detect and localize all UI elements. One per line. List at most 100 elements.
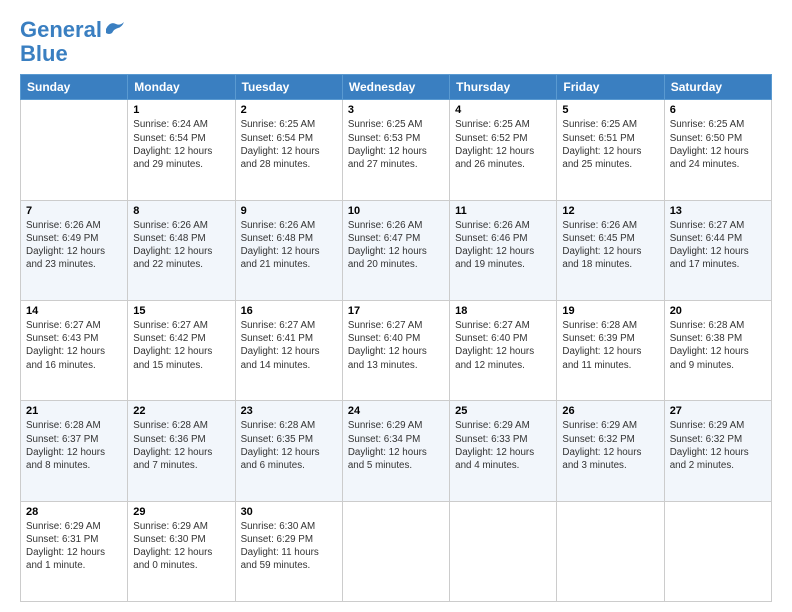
day-cell: 29Sunrise: 6:29 AM Sunset: 6:30 PM Dayli… [128, 501, 235, 601]
day-header-wednesday: Wednesday [342, 75, 449, 100]
day-number: 15 [133, 305, 229, 317]
day-cell: 17Sunrise: 6:27 AM Sunset: 6:40 PM Dayli… [342, 301, 449, 401]
week-row-4: 21 Sunrise: 6:28 AM Sunset: 6:37 PM Dayli… [21, 401, 772, 501]
day-number: 6 [670, 104, 766, 116]
day-cell: 12 Sunrise: 6:26 AM Sunset: 6:45 PM Dayli… [557, 200, 664, 300]
day-info: Sunrise: 6:29 AM Sunset: 6:33 PM Dayligh… [455, 419, 551, 472]
page: General Blue SundayMondayTuesdayWednesda… [0, 0, 792, 612]
day-cell: 6 Sunrise: 6:25 AM Sunset: 6:50 PM Daylig… [664, 100, 771, 200]
day-cell: 3 Sunrise: 6:25 AM Sunset: 6:53 PM Daylig… [342, 100, 449, 200]
day-number: 24 [348, 405, 444, 417]
day-info: Sunrise: 6:26 AM Sunset: 6:45 PM Dayligh… [562, 219, 658, 272]
day-info: Sunrise: 6:25 AM Sunset: 6:53 PM Dayligh… [348, 118, 444, 171]
day-info: Sunrise: 6:25 AM Sunset: 6:50 PM Dayligh… [670, 118, 766, 171]
day-cell: 8 Sunrise: 6:26 AM Sunset: 6:48 PM Daylig… [128, 200, 235, 300]
day-number: 20 [670, 305, 766, 317]
day-number: 21 [26, 405, 122, 417]
day-number: 26 [562, 405, 658, 417]
day-info: Sunrise: 6:29 AM Sunset: 6:32 PM Dayligh… [562, 419, 658, 472]
day-cell [664, 501, 771, 601]
day-info: Sunrise: 6:27 AM Sunset: 6:42 PM Dayligh… [133, 319, 229, 372]
day-cell: 24 Sunrise: 6:29 AM Sunset: 6:34 PM Dayli… [342, 401, 449, 501]
day-info: Sunrise: 6:26 AM Sunset: 6:48 PM Dayligh… [241, 219, 337, 272]
day-number: 30 [241, 506, 337, 518]
day-info: Sunrise: 6:25 AM Sunset: 6:51 PM Dayligh… [562, 118, 658, 171]
day-cell: 13Sunrise: 6:27 AM Sunset: 6:44 PM Dayli… [664, 200, 771, 300]
day-info: Sunrise: 6:28 AM Sunset: 6:36 PM Dayligh… [133, 419, 229, 472]
day-info: Sunrise: 6:30 AM Sunset: 6:29 PM Dayligh… [241, 520, 337, 573]
day-info: Sunrise: 6:26 AM Sunset: 6:48 PM Dayligh… [133, 219, 229, 272]
day-number: 23 [241, 405, 337, 417]
day-number: 3 [348, 104, 444, 116]
day-info: Sunrise: 6:28 AM Sunset: 6:37 PM Dayligh… [26, 419, 122, 472]
header: General Blue [20, 18, 772, 66]
day-number: 1 [133, 104, 229, 116]
day-info: Sunrise: 6:27 AM Sunset: 6:43 PM Dayligh… [26, 319, 122, 372]
day-number: 14 [26, 305, 122, 317]
day-number: 12 [562, 205, 658, 217]
logo-bird-icon [104, 19, 126, 37]
day-cell: 10 Sunrise: 6:26 AM Sunset: 6:47 PM Dayli… [342, 200, 449, 300]
week-row-2: 7 Sunrise: 6:26 AM Sunset: 6:49 PM Daylig… [21, 200, 772, 300]
day-header-monday: Monday [128, 75, 235, 100]
day-cell [21, 100, 128, 200]
day-cell [342, 501, 449, 601]
day-header-friday: Friday [557, 75, 664, 100]
day-cell: 5 Sunrise: 6:25 AM Sunset: 6:51 PM Daylig… [557, 100, 664, 200]
day-number: 28 [26, 506, 122, 518]
day-cell: 9 Sunrise: 6:26 AM Sunset: 6:48 PM Daylig… [235, 200, 342, 300]
day-number: 2 [241, 104, 337, 116]
day-cell: 14 Sunrise: 6:27 AM Sunset: 6:43 PM Dayli… [21, 301, 128, 401]
day-cell: 22 Sunrise: 6:28 AM Sunset: 6:36 PM Dayli… [128, 401, 235, 501]
day-number: 7 [26, 205, 122, 217]
day-cell: 11Sunrise: 6:26 AM Sunset: 6:46 PM Dayli… [450, 200, 557, 300]
day-info: Sunrise: 6:26 AM Sunset: 6:49 PM Dayligh… [26, 219, 122, 272]
day-cell: 4Sunrise: 6:25 AM Sunset: 6:52 PM Daylig… [450, 100, 557, 200]
day-info: Sunrise: 6:28 AM Sunset: 6:35 PM Dayligh… [241, 419, 337, 472]
day-number: 18 [455, 305, 551, 317]
day-cell: 23 Sunrise: 6:28 AM Sunset: 6:35 PM Dayli… [235, 401, 342, 501]
day-cell: 27 Sunrise: 6:29 AM Sunset: 6:32 PM Dayli… [664, 401, 771, 501]
day-number: 10 [348, 205, 444, 217]
day-info: Sunrise: 6:28 AM Sunset: 6:39 PM Dayligh… [562, 319, 658, 372]
day-number: 27 [670, 405, 766, 417]
day-number: 9 [241, 205, 337, 217]
day-number: 29 [133, 506, 229, 518]
logo: General Blue [20, 18, 126, 66]
day-number: 17 [348, 305, 444, 317]
day-info: Sunrise: 6:25 AM Sunset: 6:54 PM Dayligh… [241, 118, 337, 171]
day-cell: 20Sunrise: 6:28 AM Sunset: 6:38 PM Dayli… [664, 301, 771, 401]
day-number: 11 [455, 205, 551, 217]
day-cell: 1 Sunrise: 6:24 AM Sunset: 6:54 PM Daylig… [128, 100, 235, 200]
day-header-sunday: Sunday [21, 75, 128, 100]
day-header-saturday: Saturday [664, 75, 771, 100]
day-info: Sunrise: 6:29 AM Sunset: 6:31 PM Dayligh… [26, 520, 122, 573]
day-number: 22 [133, 405, 229, 417]
day-info: Sunrise: 6:29 AM Sunset: 6:32 PM Dayligh… [670, 419, 766, 472]
day-cell: 30 Sunrise: 6:30 AM Sunset: 6:29 PM Dayli… [235, 501, 342, 601]
day-cell: 18 Sunrise: 6:27 AM Sunset: 6:40 PM Dayli… [450, 301, 557, 401]
week-row-3: 14 Sunrise: 6:27 AM Sunset: 6:43 PM Dayli… [21, 301, 772, 401]
day-number: 4 [455, 104, 551, 116]
day-info: Sunrise: 6:27 AM Sunset: 6:44 PM Dayligh… [670, 219, 766, 272]
day-number: 19 [562, 305, 658, 317]
day-cell: 2 Sunrise: 6:25 AM Sunset: 6:54 PM Daylig… [235, 100, 342, 200]
logo-text2: Blue [20, 42, 68, 66]
day-cell: 19 Sunrise: 6:28 AM Sunset: 6:39 PM Dayli… [557, 301, 664, 401]
day-cell: 28 Sunrise: 6:29 AM Sunset: 6:31 PM Dayli… [21, 501, 128, 601]
days-header-row: SundayMondayTuesdayWednesdayThursdayFrid… [21, 75, 772, 100]
day-number: 8 [133, 205, 229, 217]
day-info: Sunrise: 6:29 AM Sunset: 6:34 PM Dayligh… [348, 419, 444, 472]
day-number: 5 [562, 104, 658, 116]
day-info: Sunrise: 6:24 AM Sunset: 6:54 PM Dayligh… [133, 118, 229, 171]
day-cell: 15 Sunrise: 6:27 AM Sunset: 6:42 PM Dayli… [128, 301, 235, 401]
calendar: SundayMondayTuesdayWednesdayThursdayFrid… [20, 74, 772, 602]
day-header-thursday: Thursday [450, 75, 557, 100]
day-info: Sunrise: 6:26 AM Sunset: 6:47 PM Dayligh… [348, 219, 444, 272]
day-cell [557, 501, 664, 601]
day-header-tuesday: Tuesday [235, 75, 342, 100]
day-info: Sunrise: 6:27 AM Sunset: 6:41 PM Dayligh… [241, 319, 337, 372]
day-info: Sunrise: 6:27 AM Sunset: 6:40 PM Dayligh… [455, 319, 551, 372]
day-cell: 26 Sunrise: 6:29 AM Sunset: 6:32 PM Dayli… [557, 401, 664, 501]
day-cell: 21 Sunrise: 6:28 AM Sunset: 6:37 PM Dayli… [21, 401, 128, 501]
